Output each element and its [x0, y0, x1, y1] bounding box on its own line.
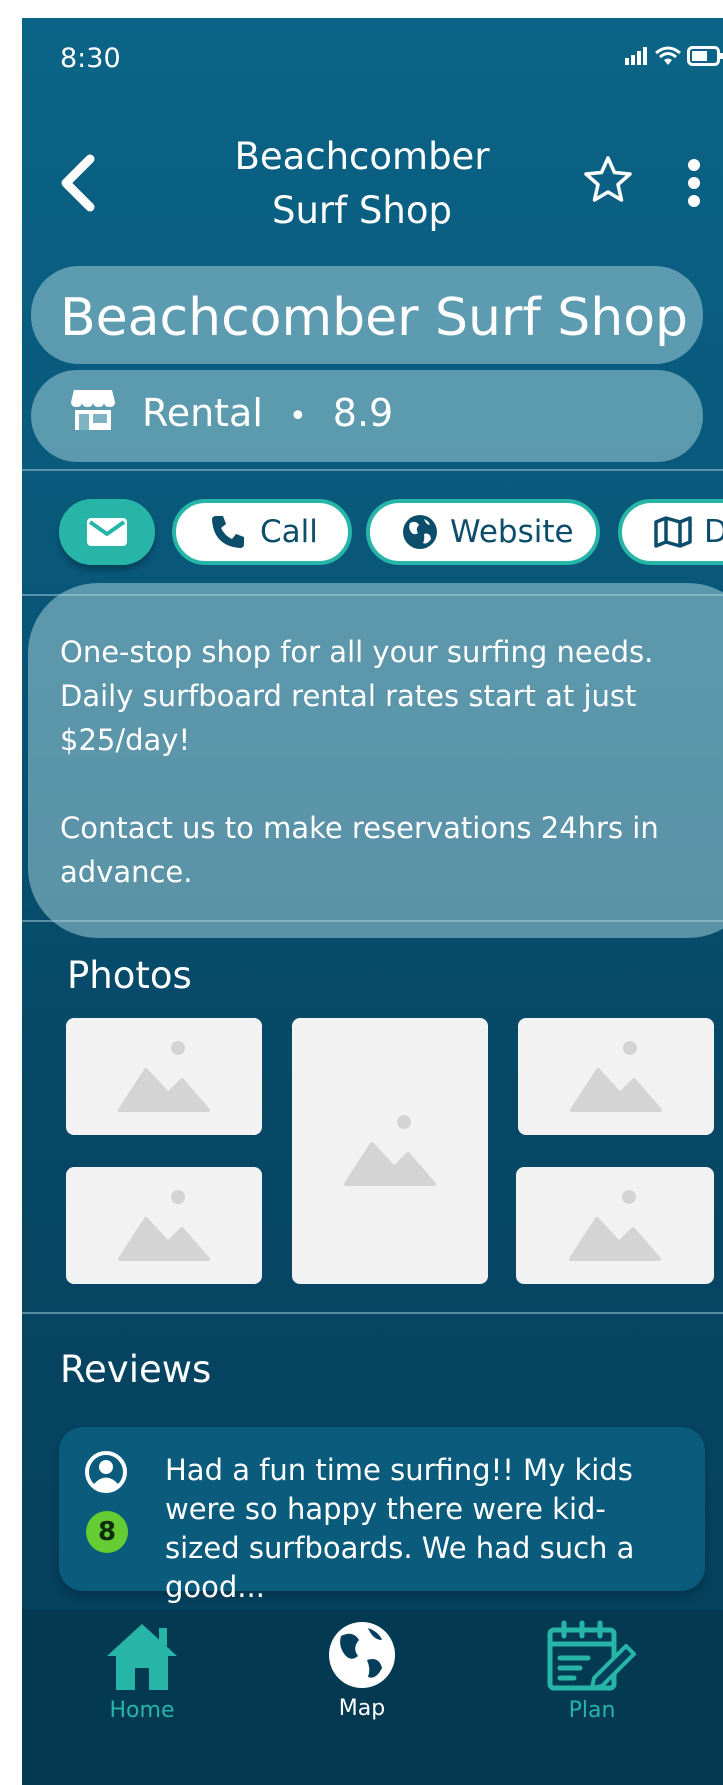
review-text: Had a fun time surfing!! My kids were so… [165, 1453, 635, 1604]
directions-label: Directions [704, 514, 723, 550]
user-avatar-icon [85, 1451, 127, 1493]
website-label: Website [450, 514, 574, 550]
place-name: Beachcomber Surf Shop [60, 288, 689, 348]
place-meta: Rental • 8.9 [142, 388, 393, 442]
page-title: Beachcomber Surf Shop [234, 135, 490, 232]
wifi-icon [655, 46, 681, 65]
phone-icon [212, 516, 244, 548]
tab-map-label: Map [338, 1696, 386, 1721]
image-placeholder-icon [569, 1189, 661, 1261]
status-icons [625, 46, 723, 66]
image-placeholder-icon [118, 1189, 210, 1261]
photos-title: Photos [67, 954, 192, 997]
rating-value: 8.9 [332, 391, 394, 435]
envelope-icon [87, 518, 127, 546]
home-icon [107, 1624, 177, 1690]
image-placeholder-icon [570, 1040, 662, 1112]
photo-thumbnail[interactable] [292, 1018, 488, 1284]
divider [22, 920, 723, 922]
category-label: Rental [142, 391, 263, 435]
calendar-edit-icon [547, 1620, 636, 1691]
star-outline-icon[interactable] [582, 154, 634, 206]
battery-icon [687, 46, 723, 66]
bottom-tab-bar: Home Map Plan [22, 1610, 723, 1785]
signal-icon [625, 47, 647, 65]
meta-separator: • [289, 399, 307, 434]
call-button[interactable]: Call [172, 499, 352, 565]
email-button[interactable] [59, 499, 155, 565]
reviews-title: Reviews [60, 1348, 212, 1391]
tab-home[interactable]: Home [52, 1620, 232, 1723]
directions-button[interactable]: Directions [618, 499, 723, 565]
photo-thumbnail[interactable] [66, 1167, 262, 1284]
website-button[interactable]: Website [366, 499, 600, 565]
storefront-icon [71, 390, 115, 430]
call-label: Call [260, 514, 318, 550]
tab-plan-label: Plan [568, 1698, 616, 1723]
tab-plan[interactable]: Plan [502, 1620, 682, 1723]
back-chevron-icon[interactable] [58, 153, 98, 213]
divider [22, 1312, 723, 1314]
photo-thumbnail[interactable] [518, 1018, 714, 1135]
tab-map[interactable]: Map [272, 1620, 452, 1721]
description: One-stop shop for all your surfing needs… [60, 630, 700, 894]
phone-screen: 8:30 Beachcomber Surf Shop Beachcomber S… [22, 18, 723, 1785]
globe-icon [329, 1622, 395, 1688]
status-time: 8:30 [60, 43, 121, 74]
photo-thumbnail[interactable] [516, 1167, 714, 1284]
description-paragraph: Contact us to make reservations 24hrs in… [60, 811, 659, 889]
review-score-badge: 8 [86, 1511, 128, 1553]
image-placeholder-icon [118, 1040, 210, 1112]
map-icon [654, 516, 692, 548]
globe-icon [403, 515, 437, 549]
description-paragraph: One-stop shop for all your surfing needs… [60, 635, 654, 757]
divider [22, 469, 723, 471]
tab-home-label: Home [109, 1698, 175, 1723]
more-vertical-icon[interactable] [682, 153, 706, 213]
photo-thumbnail[interactable] [66, 1018, 262, 1135]
image-placeholder-icon [344, 1115, 436, 1186]
